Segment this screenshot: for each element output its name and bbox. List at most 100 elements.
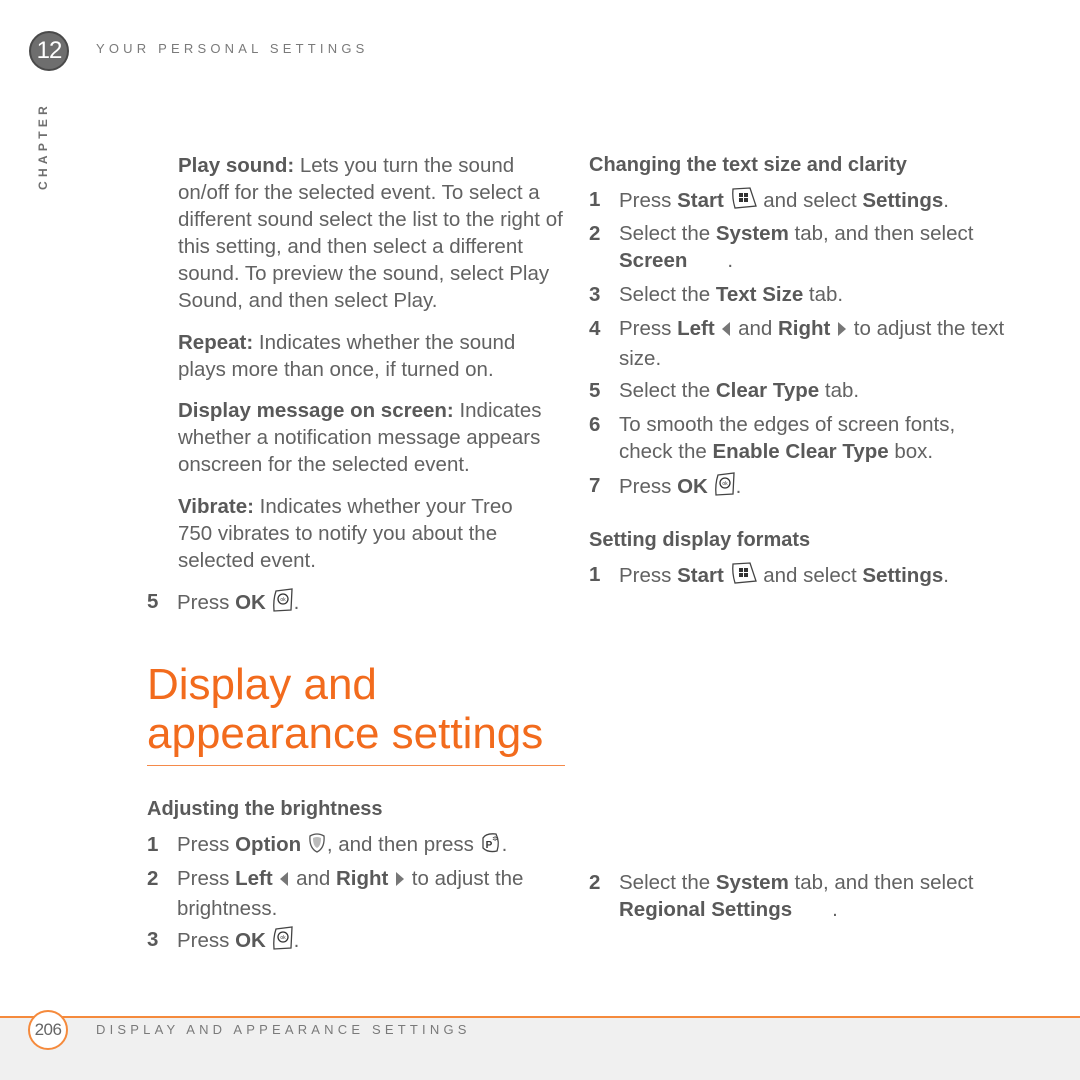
step-bold: Right	[336, 867, 389, 890]
chapter-number: 12	[36, 37, 63, 64]
step-text: tab.	[819, 379, 860, 402]
step-number: 2	[589, 222, 601, 245]
svg-text:ok: ok	[280, 597, 286, 603]
list-item: 3 Select the Text Size tab.	[589, 281, 1019, 308]
step-number: 2	[147, 867, 159, 890]
step-text: Press	[619, 317, 678, 340]
ok-key-icon: ok	[272, 926, 294, 957]
list-item: 7 Press OK ok.	[589, 472, 1019, 503]
step-text: and select	[757, 564, 863, 587]
step-number: 1	[589, 188, 601, 211]
display-formats-heading: Setting display formats	[589, 529, 811, 551]
option-key-icon	[307, 832, 327, 861]
step-text: tab.	[803, 283, 844, 306]
step-text: Press	[619, 189, 678, 212]
chapter-title: YOUR PERSONAL SETTINGS	[96, 41, 369, 56]
step-number: 6	[589, 413, 601, 436]
step-text: Select the	[619, 871, 716, 894]
step-text: Select the	[619, 283, 716, 306]
step-text: .	[293, 591, 300, 614]
right-arrow-icon	[836, 318, 848, 345]
page-number-badge: 206	[28, 1010, 68, 1050]
step-bold: Left	[677, 317, 715, 340]
step-text: , and then press	[326, 833, 480, 856]
step-bold: Start	[677, 189, 724, 212]
step-bold: OK	[677, 475, 708, 498]
right-arrow-icon	[394, 868, 406, 895]
step-text: tab, and then select	[788, 222, 974, 245]
step-text: .	[727, 249, 734, 272]
display-message-paragraph: Display message on screen: Indicates whe…	[178, 397, 568, 478]
step-text: Select the	[619, 379, 716, 402]
step-bold: OK	[235, 591, 266, 614]
list-item: 1 Press Start and select Settings.	[589, 561, 1019, 592]
step-number: 2	[589, 871, 601, 894]
step-bold: Start	[677, 564, 724, 587]
step-text: Press	[177, 833, 236, 856]
step-text: Press	[177, 867, 236, 890]
step-bold: Clear Type	[715, 379, 820, 402]
step-bold: Enable Clear Type	[712, 440, 889, 463]
step-bold: OK	[235, 929, 266, 952]
svg-text:ok: ok	[722, 481, 728, 487]
list-item: 6 To smooth the edges of screen fonts, c…	[589, 411, 1009, 465]
term-description: Lets you turn the sound on/off for the s…	[178, 154, 563, 312]
repeat-paragraph: Repeat: Indicates whether the sound play…	[178, 329, 558, 383]
chapter-number-badge: 12	[29, 31, 69, 71]
step-text: .	[943, 189, 949, 212]
step-text: tab, and then select	[788, 871, 974, 894]
step-bold: Regional Settings	[619, 898, 793, 921]
step-number: 3	[147, 928, 159, 951]
step-text: Press	[177, 591, 236, 614]
list-item: 2 Select the System tab, and then select…	[589, 220, 1019, 274]
list-item: 5 Press OK ok.	[147, 588, 567, 619]
list-item: 1 Press Start and select Settings.	[589, 186, 1019, 217]
step-text: Press	[619, 475, 678, 498]
term-label: Display message on screen:	[178, 399, 454, 422]
step-text: .	[735, 475, 742, 498]
term-label: Repeat:	[178, 331, 254, 354]
list-item: 5 Select the Clear Type tab.	[589, 377, 1019, 404]
start-key-icon	[730, 561, 758, 592]
step-text: Press	[177, 929, 236, 952]
step-text: Select the	[619, 222, 716, 245]
step-text: Press	[619, 564, 678, 587]
step-number: 5	[589, 379, 601, 402]
step-text: box.	[888, 440, 934, 463]
left-arrow-icon	[720, 318, 732, 345]
start-key-icon	[730, 186, 758, 217]
step-text: and	[290, 867, 336, 890]
step-number: 1	[147, 833, 159, 856]
term-label: Vibrate:	[178, 495, 254, 518]
step-text: .	[501, 833, 508, 856]
page-number: 206	[34, 1020, 62, 1039]
chapter-side-label: CHAPTER	[36, 90, 56, 190]
section-title-line1: Display and	[147, 660, 377, 709]
list-item: 2 Select the System tab, and then select…	[589, 869, 1019, 923]
footer-rule	[0, 1016, 1080, 1018]
svg-text:✲: ✲	[492, 835, 498, 843]
brightness-heading: Adjusting the brightness	[147, 798, 383, 820]
step-bold: System	[715, 871, 789, 894]
step-number: 7	[589, 474, 601, 497]
term-label: Play sound:	[178, 154, 295, 177]
step-bold: Settings	[862, 564, 944, 587]
step-bold: Right	[778, 317, 831, 340]
step-bold: Option	[235, 833, 302, 856]
list-item: 1 Press Option , and then press P ✲.	[147, 831, 567, 861]
step-text: and select	[757, 189, 863, 212]
section-title-line2: appearance settings	[147, 709, 544, 758]
list-item: 2 Press Left and Right to adjust the bri…	[147, 865, 567, 922]
left-arrow-icon	[278, 868, 290, 895]
step-bold: Left	[235, 867, 273, 890]
chapter-label: CHAPTER	[36, 101, 50, 190]
list-item: 4 Press Left and Right to adjust the tex…	[589, 315, 1019, 372]
step-number: 4	[589, 317, 601, 340]
step-text: and	[732, 317, 778, 340]
step-bold: System	[715, 222, 789, 245]
step-number: 1	[589, 563, 601, 586]
step-bold: Text Size	[715, 283, 804, 306]
step-bold: Screen	[619, 249, 688, 272]
vibrate-paragraph: Vibrate: Indicates whether your Treo 750…	[178, 493, 548, 574]
text-size-heading: Changing the text size and clarity	[589, 154, 907, 176]
